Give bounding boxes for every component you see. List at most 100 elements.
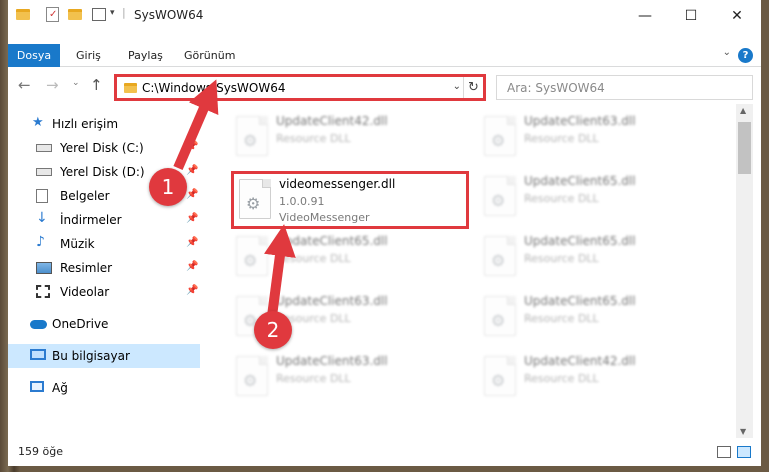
tab-file[interactable]: Dosya	[8, 44, 60, 67]
videos-icon	[36, 285, 50, 298]
forward-icon[interactable]: →	[46, 76, 59, 94]
gear-icon: ⚙	[243, 251, 258, 270]
address-bar[interactable]: C:\Windows\SysWOW64 ⌄ ↻	[114, 74, 486, 101]
sidebar-item-network[interactable]: Ağ	[8, 376, 200, 400]
chevron-down-icon[interactable]: ⌄	[453, 81, 461, 92]
dll-file-icon: ⚙	[484, 116, 516, 156]
file-item[interactable]: ⚙ UpdateClient65.dll Resource DLL	[476, 168, 714, 228]
dll-file-icon: ⚙	[484, 236, 516, 276]
tab-view[interactable]: Görünüm	[174, 44, 245, 67]
sidebar-item-videos[interactable]: Videolar 📌	[8, 280, 200, 304]
folder-icon	[16, 9, 30, 20]
sidebar-item-downloads[interactable]: ↓ İndirmeler 📌	[8, 208, 200, 232]
file-item[interactable]: ⚙ UpdateClient42.dll Resource DLL	[228, 108, 466, 168]
gear-icon: ⚙	[491, 311, 506, 330]
file-description: VideoMessenger	[279, 211, 370, 224]
gear-icon: ⚙	[243, 131, 258, 150]
pin-icon[interactable]: 📌	[186, 285, 198, 296]
recent-locations-icon[interactable]: ⌄	[72, 78, 80, 88]
sidebar-item-disk-c[interactable]: Yerel Disk (C:) 📌	[8, 136, 200, 160]
sidebar-item-onedrive[interactable]: OneDrive	[8, 312, 200, 336]
documents-icon	[36, 189, 48, 203]
scroll-down-icon[interactable]: ▼	[740, 427, 746, 436]
pin-icon[interactable]: 📌	[186, 165, 198, 176]
title-bar: ✓ ▾ | SysWOW64 — ☐ ✕	[8, 0, 761, 31]
pin-icon[interactable]: 📌	[186, 237, 198, 248]
navigation-bar: ← → ⌄ ↑ C:\Windows\SysWOW64 ⌄ ↻ Ara: Sys…	[8, 70, 761, 104]
address-path[interactable]: C:\Windows\SysWOW64	[142, 81, 286, 95]
gear-icon: ⚙	[491, 371, 506, 390]
file-item[interactable]: ⚙ UpdateClient63.dll Resource DLL	[476, 108, 714, 168]
help-icon[interactable]: ?	[738, 48, 753, 63]
cloud-icon	[30, 320, 47, 329]
minimize-button[interactable]: —	[622, 0, 668, 31]
dll-file-icon: ⚙	[239, 179, 271, 219]
navigation-pane: ★ Hızlı erişim Yerel Disk (C:) 📌 Yerel D…	[8, 104, 200, 438]
file-item[interactable]: ⚙ UpdateClient65.dll Resource DLL	[476, 288, 714, 348]
separator: |	[122, 6, 126, 19]
sidebar-item-this-pc[interactable]: Bu bilgisayar	[8, 344, 200, 368]
pictures-icon	[36, 262, 52, 274]
vertical-scrollbar[interactable]: ▲ ▼	[736, 104, 753, 438]
pin-icon[interactable]: 📌	[186, 213, 198, 224]
network-icon	[30, 381, 44, 392]
tab-share[interactable]: Paylaş	[118, 44, 173, 67]
pin-icon[interactable]: 📌	[186, 189, 198, 200]
folder-icon	[124, 83, 137, 93]
search-placeholder: Ara: SysWOW64	[507, 81, 605, 95]
up-arrow-icon[interactable]: ↑	[90, 76, 103, 94]
download-icon: ↓	[36, 210, 48, 226]
drive-icon	[36, 144, 52, 152]
search-input[interactable]: Ara: SysWOW64	[496, 75, 753, 100]
status-bar: 159 öğe	[8, 438, 761, 466]
step-2-badge: 2	[254, 311, 292, 349]
tab-home[interactable]: Giriş	[66, 44, 111, 67]
file-name: videomessenger.dll	[279, 177, 396, 191]
file-list: ⚙ UpdateClient42.dll Resource DLL ⚙ Upda…	[212, 104, 736, 438]
file-item[interactable]: ⚙ UpdateClient42.dll Resource DLL	[476, 348, 714, 408]
dll-file-icon: ⚙	[236, 116, 268, 156]
new-folder-icon[interactable]	[68, 9, 82, 20]
close-button[interactable]: ✕	[714, 0, 760, 31]
tiles-view-icon[interactable]	[737, 446, 751, 458]
back-icon[interactable]: ←	[18, 76, 31, 94]
drive-icon	[36, 168, 52, 176]
dll-file-icon: ⚙	[236, 236, 268, 276]
window-title: SysWOW64	[134, 8, 204, 22]
file-item-videomessenger[interactable]: ⚙ videomessenger.dll 1.0.0.91 VideoMesse…	[231, 171, 469, 229]
dll-file-icon: ⚙	[484, 176, 516, 216]
customize-toolbar-icon[interactable]	[92, 8, 106, 21]
file-version: 1.0.0.91	[279, 195, 325, 208]
item-count: 159 öğe	[18, 445, 63, 458]
file-item[interactable]: ⚙ UpdateClient63.dll Resource DLL	[228, 348, 466, 408]
star-icon: ★	[32, 115, 44, 130]
ribbon-tabs: Dosya Giriş Paylaş Görünüm ⌄ ?	[8, 44, 761, 67]
refresh-icon[interactable]: ↻	[463, 77, 483, 98]
computer-icon	[30, 349, 46, 360]
dll-file-icon: ⚙	[484, 356, 516, 396]
scroll-up-icon[interactable]: ▲	[740, 106, 746, 115]
explorer-window: ✓ ▾ | SysWOW64 — ☐ ✕ Dosya Giriş Paylaş …	[8, 0, 761, 466]
properties-icon[interactable]: ✓	[46, 7, 59, 22]
gear-icon: ⚙	[491, 131, 506, 150]
sidebar-item-quick-access[interactable]: ★ Hızlı erişim	[8, 112, 200, 136]
gear-icon: ⚙	[491, 191, 506, 210]
dll-file-icon: ⚙	[484, 296, 516, 336]
sidebar-item-pictures[interactable]: Resimler 📌	[8, 256, 200, 280]
pin-icon[interactable]: 📌	[186, 141, 198, 152]
chevron-down-icon[interactable]: ⌄	[723, 47, 731, 58]
step-1-badge: 1	[149, 168, 187, 206]
gear-icon: ⚙	[491, 251, 506, 270]
gear-icon: ⚙	[246, 194, 261, 213]
file-item[interactable]: ⚙ UpdateClient65.dll Resource DLL	[228, 228, 466, 288]
details-view-icon[interactable]	[717, 446, 731, 458]
pin-icon[interactable]: 📌	[186, 261, 198, 272]
file-item[interactable]: ⚙ UpdateClient65.dll Resource DLL	[476, 228, 714, 288]
maximize-button[interactable]: ☐	[668, 0, 714, 31]
dll-file-icon: ⚙	[236, 356, 268, 396]
music-icon: ♪	[36, 234, 45, 250]
scroll-thumb[interactable]	[738, 122, 751, 174]
sidebar-item-music[interactable]: ♪ Müzik 📌	[8, 232, 200, 256]
chevron-down-icon[interactable]: ▾	[110, 8, 115, 18]
gear-icon: ⚙	[243, 371, 258, 390]
